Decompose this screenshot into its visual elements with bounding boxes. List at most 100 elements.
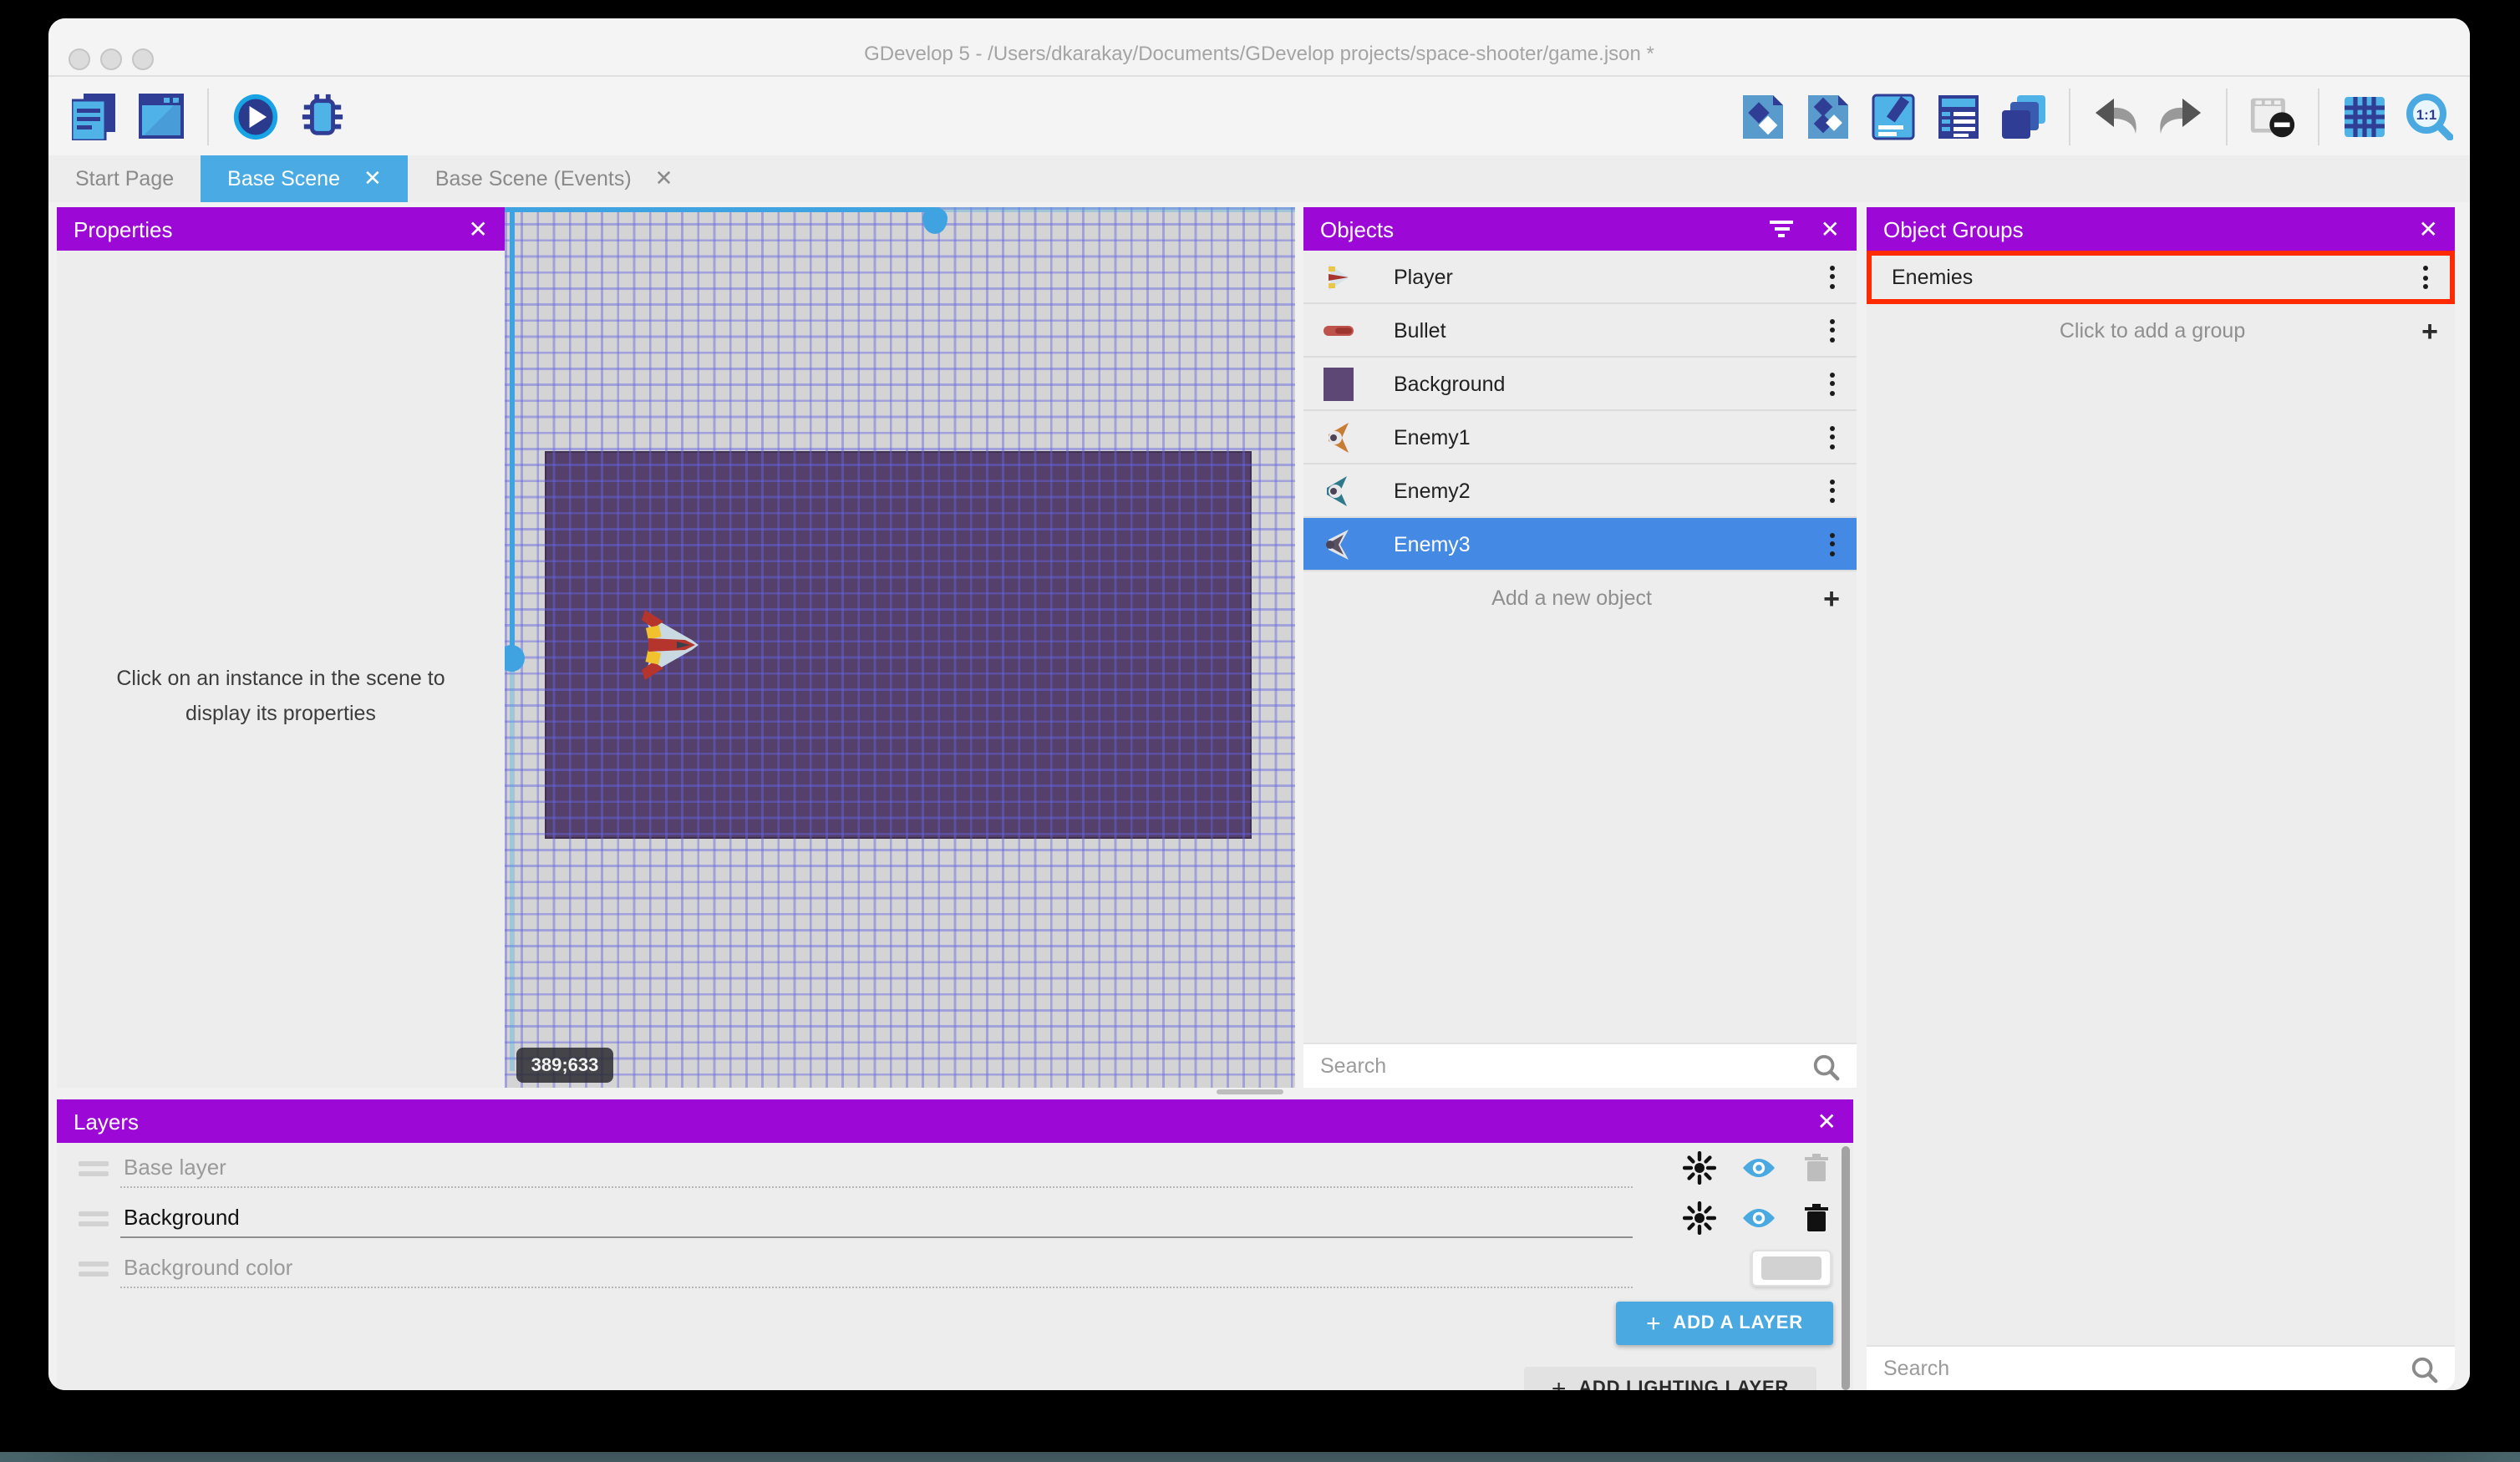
plus-icon: + [1552, 1374, 1567, 1390]
add-group-button[interactable]: Click to add a group + [1867, 304, 2455, 358]
scene-canvas[interactable]: 389;633 [505, 207, 1295, 1088]
object-row-enemy2[interactable]: Enemy2 [1303, 464, 1857, 518]
player-ship-instance[interactable] [635, 607, 702, 683]
group-menu-icon[interactable] [2413, 266, 2436, 289]
zoom-window-button[interactable] [132, 48, 154, 70]
zoom-original-icon[interactable]: 1:1 [2406, 91, 2453, 141]
layer-visibility-eye-icon[interactable] [1740, 1150, 1776, 1186]
object-menu-icon[interactable] [1820, 372, 1843, 395]
object-row-enemy1[interactable]: Enemy1 [1303, 411, 1857, 464]
layer-row-base[interactable] [57, 1143, 1853, 1193]
drag-handle-icon[interactable] [79, 1261, 109, 1276]
object-menu-icon[interactable] [1820, 318, 1843, 342]
object-name: Player [1394, 265, 1820, 288]
layers-icon[interactable] [2000, 91, 2047, 141]
add-layer-button[interactable]: + ADD A LAYER [1616, 1302, 1833, 1345]
close-icon[interactable]: ✕ [1821, 217, 1840, 241]
object-row-player[interactable]: Player [1303, 251, 1857, 304]
layers-panel: Layers ✕ [57, 1099, 1853, 1390]
main-toolbar: 1:1 [48, 77, 2470, 155]
layer-row-background[interactable] [57, 1193, 1853, 1243]
cursor-coordinates-badge: 389;633 [516, 1048, 613, 1083]
close-tab-icon[interactable]: ✕ [655, 165, 673, 192]
object-name: Enemy3 [1394, 532, 1820, 556]
close-icon[interactable]: ✕ [1817, 1109, 1837, 1133]
group-row-enemies[interactable]: Enemies [1867, 251, 2455, 304]
object-name: Bullet [1394, 318, 1820, 342]
objects-search-input[interactable] [1320, 1054, 1811, 1078]
toggle-instances-mask-icon[interactable] [2249, 91, 2296, 141]
toolbar-separator [2069, 88, 2070, 145]
layers-scrollbar[interactable] [1842, 1146, 1850, 1390]
debug-icon[interactable] [299, 91, 346, 141]
tab-base-scene-events[interactable]: Base Scene (Events) ✕ [409, 155, 700, 202]
screenshot-stage: GDevelop 5 - /Users/dkarakay/Documents/G… [0, 0, 2520, 1462]
close-icon[interactable]: ✕ [2419, 217, 2438, 241]
preview-play-icon[interactable] [232, 91, 279, 141]
tab-label: Base Scene (Events) [435, 167, 632, 190]
project-manager-icon[interactable] [70, 91, 117, 141]
object-groups-icon[interactable] [1805, 91, 1852, 141]
drag-handle-icon[interactable] [79, 1211, 109, 1226]
layer-effects-icon[interactable] [1681, 1200, 1718, 1236]
enemy2-object-icon [1320, 472, 1357, 509]
canvas-vscroll-thumb[interactable] [505, 645, 525, 672]
object-name: Background [1394, 372, 1820, 395]
add-object-label: Add a new object [1320, 586, 1823, 610]
groups-search-input[interactable] [1883, 1357, 2410, 1380]
add-lighting-layer-button[interactable]: + ADD LIGHTING LAYER [1524, 1367, 1816, 1390]
layer-effects-icon[interactable] [1681, 1150, 1718, 1186]
close-window-button[interactable] [69, 48, 90, 70]
windows-icon[interactable] [137, 91, 184, 141]
filter-icon[interactable] [1771, 221, 1794, 237]
background-color-swatch[interactable] [1751, 1250, 1832, 1287]
editor-tabbar: Start Page Base Scene ✕ Base Scene (Even… [48, 155, 2470, 202]
enemy1-object-icon [1320, 419, 1357, 455]
search-icon [2410, 1354, 2438, 1383]
canvas-hscroll-fill [505, 207, 936, 212]
objects-editor-icon[interactable] [1740, 91, 1786, 141]
object-menu-icon[interactable] [1820, 479, 1843, 502]
layers-panel-title: Layers [74, 1109, 1817, 1134]
close-tab-icon[interactable]: ✕ [363, 165, 382, 192]
player-object-icon [1320, 258, 1357, 295]
layer-delete-trash-icon[interactable] [1798, 1200, 1835, 1236]
properties-icon[interactable] [1870, 91, 1917, 141]
grid-icon[interactable] [2341, 91, 2388, 141]
gdevelop-window: GDevelop 5 - /Users/dkarakay/Documents/G… [48, 18, 2470, 1390]
plus-icon: + [1646, 1309, 1661, 1338]
object-row-background[interactable]: Background [1303, 358, 1857, 411]
canvas-hscroll-thumb[interactable] [922, 207, 948, 234]
objects-search-bar [1303, 1043, 1857, 1088]
layer-name-input[interactable] [120, 1249, 1633, 1287]
tab-base-scene[interactable]: Base Scene ✕ [201, 155, 409, 202]
bullet-object-icon [1320, 312, 1357, 348]
object-menu-icon[interactable] [1820, 425, 1843, 449]
instances-list-icon[interactable] [1935, 91, 1982, 141]
redo-icon[interactable] [2157, 91, 2204, 141]
add-layer-label: ADD A LAYER [1673, 1313, 1803, 1333]
object-groups-panel-title: Object Groups [1883, 216, 2419, 241]
object-menu-icon[interactable] [1820, 265, 1843, 288]
tab-start-page[interactable]: Start Page [48, 155, 201, 202]
object-row-bullet[interactable]: Bullet [1303, 304, 1857, 358]
plus-icon: + [1823, 584, 1840, 612]
close-icon[interactable]: ✕ [469, 217, 488, 241]
undo-icon[interactable] [2092, 91, 2139, 141]
minimize-window-button[interactable] [100, 48, 122, 70]
toolbar-separator [207, 88, 209, 145]
layer-name-input[interactable] [120, 1199, 1633, 1237]
canvas-vscroll-fill [510, 207, 515, 672]
object-row-enemy3[interactable]: Enemy3 [1303, 518, 1857, 571]
object-menu-icon[interactable] [1820, 532, 1843, 556]
layer-delete-trash-icon[interactable] [1798, 1150, 1835, 1186]
layer-name-input[interactable] [120, 1149, 1633, 1187]
panel-resize-handle[interactable] [1217, 1089, 1283, 1094]
properties-empty-message: Click on an instance in the scene to dis… [89, 662, 473, 731]
layer-row-background-color[interactable] [57, 1243, 1853, 1293]
search-icon [1811, 1052, 1840, 1080]
drag-handle-icon[interactable] [79, 1160, 109, 1175]
layer-visibility-eye-icon[interactable] [1740, 1200, 1776, 1236]
add-object-button[interactable]: Add a new object + [1303, 571, 1857, 625]
object-groups-panel: Object Groups ✕ Enemies Click to add a g… [1867, 207, 2455, 1390]
